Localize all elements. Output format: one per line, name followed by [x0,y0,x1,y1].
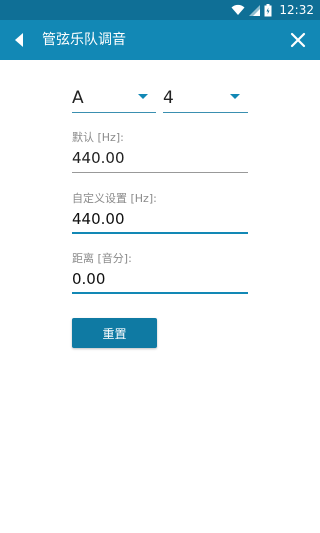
octave-dropdown-value: 4 [163,88,174,108]
status-time: 12:32 [279,3,314,17]
reset-button[interactable]: 重置 [72,318,157,348]
signal-icon [249,4,261,16]
status-icons: 12:32 [231,0,314,20]
octave-dropdown[interactable]: 4 [163,86,248,113]
default-freq-field: 440.00 [72,146,248,173]
note-dropdown[interactable]: A [72,86,156,113]
default-freq-label: 默认 [Hz]: [72,131,124,144]
back-triangle-icon [15,33,23,47]
close-button[interactable] [290,32,306,48]
note-dropdown-value: A [72,88,84,108]
custom-freq-value: 440.00 [72,210,125,228]
page-title: 管弦乐队调音 [42,32,126,48]
wifi-icon [231,4,245,15]
chevron-down-icon [230,94,240,99]
status-bar: 12:32 [0,0,320,20]
default-freq-value: 440.00 [72,149,125,167]
distance-value: 0.00 [72,270,106,288]
distance-input[interactable]: 0.00 [72,267,248,294]
app-bar: 管弦乐队调音 [0,20,320,60]
custom-freq-label: 自定义设置 [Hz]: [72,192,157,205]
back-button[interactable] [10,30,30,50]
close-icon [290,32,306,48]
chevron-down-icon [138,94,148,99]
distance-label: 距离 [音分]: [72,252,132,265]
battery-icon [264,3,272,16]
custom-freq-input[interactable]: 440.00 [72,207,248,234]
